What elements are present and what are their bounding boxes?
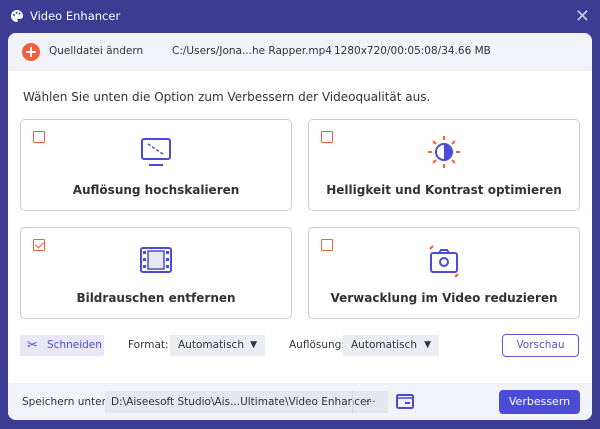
option-brightness[interactable]: Helligkeit und Kontrast optimieren [308, 119, 580, 211]
cut-button[interactable]: ✂ Schneiden [20, 335, 104, 356]
close-icon[interactable]: ✕ [575, 6, 590, 27]
monitor-upscale-icon [141, 138, 171, 166]
enhance-button[interactable]: Verbessern [499, 390, 580, 414]
checkbox[interactable] [321, 131, 333, 143]
brightness-icon [428, 136, 460, 168]
source-file-info: 1280x720/00:05:08/34.66 MB [334, 45, 491, 57]
output-path-field[interactable]: D:\Aiseesoft Studio\Ais...Ultimate\Video… [105, 391, 388, 413]
cut-label: Schneiden [47, 339, 102, 351]
output-path: D:\Aiseesoft Studio\Ais...Ultimate\Video… [111, 396, 371, 408]
option-label: Helligkeit und Kontrast optimieren [326, 183, 562, 197]
source-file-path: C:/Users/Jona...he Rapper.mp4 [172, 45, 332, 57]
save-to-label: Speichern unter: [22, 396, 110, 408]
film-icon [140, 247, 172, 273]
option-label: Verwacklung im Video reduzieren [330, 291, 558, 305]
option-label: Auflösung hochskalieren [72, 183, 240, 197]
option-stabilize[interactable]: Verwacklung im Video reduzieren [308, 227, 580, 319]
resolution-select[interactable]: Automatisch ▼ [343, 335, 439, 356]
checkbox[interactable] [321, 239, 333, 251]
resolution-value: Automatisch [351, 339, 417, 351]
option-label: Bildrauschen entfernen [76, 291, 236, 305]
checkbox[interactable] [33, 131, 45, 143]
option-denoise[interactable]: Bildrauschen entfernen [20, 227, 292, 319]
palette-icon [11, 10, 23, 22]
add-source-icon[interactable]: + [22, 43, 40, 61]
main-panel: + Quelldatei ändern C:/Users/Jona...he R… [8, 33, 592, 420]
scissors-icon: ✂ [27, 338, 38, 353]
preview-button[interactable]: Vorschau [502, 334, 579, 357]
checkbox-checked[interactable] [33, 239, 45, 251]
option-upscale[interactable]: Auflösung hochskalieren [20, 119, 292, 211]
chevron-down-icon: ▼ [424, 340, 431, 350]
camera-shake-icon [429, 245, 459, 277]
open-folder-icon[interactable] [396, 393, 414, 409]
footer: Speichern unter: D:\Aiseesoft Studio\Ais… [8, 383, 592, 420]
window-title: Video Enhancer [30, 9, 121, 23]
format-select[interactable]: Automatisch ▼ [170, 335, 265, 356]
change-source-button[interactable]: Quelldatei ändern [49, 45, 143, 57]
title-bar: Video Enhancer ✕ [0, 0, 600, 33]
instruction-text: Wählen Sie unten die Option zum Verbesse… [23, 90, 431, 104]
resolution-label: Auflösung: [289, 339, 345, 351]
format-value: Automatisch [178, 339, 244, 351]
browse-button[interactable]: ··· [352, 391, 388, 413]
format-label: Format: [128, 339, 169, 351]
source-bar: + Quelldatei ändern C:/Users/Jona...he R… [8, 33, 592, 71]
chevron-down-icon: ▼ [250, 340, 257, 350]
